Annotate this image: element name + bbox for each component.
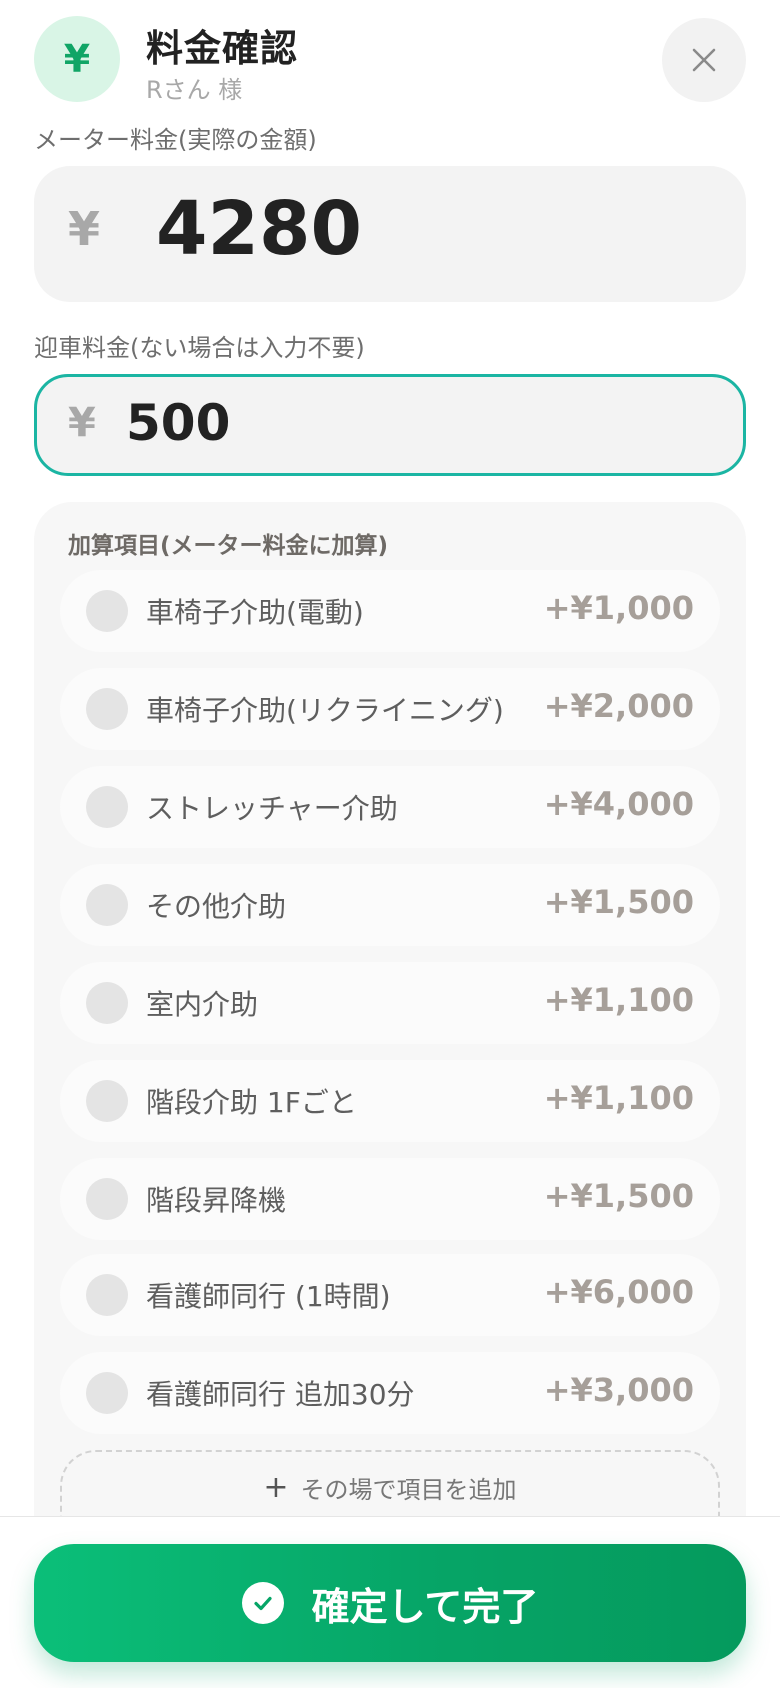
meter-fare-value: 4280 [156, 186, 362, 272]
pickup-fare-label: 迎車料金(ない場合は入力不要) [34, 334, 365, 362]
item-label: その他介助 [146, 890, 287, 923]
page-title: 料金確認 [146, 27, 298, 70]
add-item-button[interactable]: + その場で項目を追加 [60, 1450, 720, 1522]
confirm-complete-button[interactable]: 確定して完了 [34, 1544, 746, 1662]
check-icon [241, 1582, 284, 1624]
surcharge-item-nurse-extra-30m[interactable]: 看護師同行 追加30分 +¥3,000 [60, 1352, 720, 1434]
yen-icon: ¥ [34, 16, 120, 102]
plus-icon: + [263, 1469, 289, 1505]
item-label: 室内介助 [146, 988, 259, 1021]
surcharge-item-other-assist[interactable]: その他介助 +¥1,500 [60, 864, 720, 946]
pickup-fare-value: 500 [126, 394, 231, 452]
item-price: +¥3,000 [543, 1371, 694, 1409]
item-checkbox[interactable] [86, 1178, 128, 1220]
footer: 確定して完了 [0, 1516, 780, 1688]
item-checkbox[interactable] [86, 982, 128, 1024]
surcharge-item-stair-lift[interactable]: 階段昇降機 +¥1,500 [60, 1158, 720, 1240]
item-label: 階段介助 1Fごと [146, 1086, 357, 1119]
item-checkbox[interactable] [86, 884, 128, 926]
meter-fare-label: メーター料金(実際の金額) [34, 126, 317, 154]
surcharge-panel: 加算項目(メーター料金に加算) 車椅子介助(電動) +¥1,000 車椅子介助(… [34, 502, 746, 1522]
item-price: +¥1,500 [543, 1177, 694, 1215]
surcharge-item-nurse-1h[interactable]: 看護師同行 (1時間) +¥6,000 [60, 1254, 720, 1336]
item-checkbox[interactable] [86, 688, 128, 730]
header: ¥ 料金確認 Rさん 様 [0, 0, 780, 120]
item-label: 車椅子介助(電動) [146, 596, 364, 629]
item-checkbox[interactable] [86, 1274, 128, 1316]
item-price: +¥1,500 [543, 883, 694, 921]
close-icon [692, 48, 716, 72]
item-label: ストレッチャー介助 [146, 792, 398, 825]
item-label: 看護師同行 (1時間) [146, 1280, 391, 1313]
item-price: +¥6,000 [543, 1273, 694, 1311]
pickup-fare-input[interactable]: ¥ 500 [34, 374, 746, 476]
item-price: +¥2,000 [543, 687, 694, 725]
surcharge-title: 加算項目(メーター料金に加算) [68, 533, 389, 559]
item-price: +¥4,000 [543, 785, 694, 823]
surcharge-item-wheelchair-electric[interactable]: 車椅子介助(電動) +¥1,000 [60, 570, 720, 652]
item-checkbox[interactable] [86, 1372, 128, 1414]
item-label: 階段昇降機 [146, 1184, 287, 1217]
customer-name: Rさん 様 [146, 76, 243, 104]
meter-currency-symbol: ¥ [68, 202, 101, 256]
meter-fare-input[interactable]: ¥ 4280 [34, 166, 746, 302]
surcharge-item-stretcher[interactable]: ストレッチャー介助 +¥4,000 [60, 766, 720, 848]
item-checkbox[interactable] [86, 590, 128, 632]
surcharge-item-indoor-assist[interactable]: 室内介助 +¥1,100 [60, 962, 720, 1044]
surcharge-item-wheelchair-reclining[interactable]: 車椅子介助(リクライニング) +¥2,000 [60, 668, 720, 750]
item-checkbox[interactable] [86, 786, 128, 828]
item-price: +¥1,000 [543, 589, 694, 627]
item-price: +¥1,100 [543, 981, 694, 1019]
add-item-label: その場で項目を追加 [300, 1475, 517, 1504]
confirm-label: 確定して完了 [311, 1584, 539, 1629]
yen-symbol: ¥ [63, 37, 91, 81]
item-checkbox[interactable] [86, 1080, 128, 1122]
surcharge-item-stairs-per-floor[interactable]: 階段介助 1Fごと +¥1,100 [60, 1060, 720, 1142]
item-price: +¥1,100 [543, 1079, 694, 1117]
item-label: 車椅子介助(リクライニング) [146, 694, 504, 727]
close-button[interactable] [662, 18, 746, 102]
pickup-currency-symbol: ¥ [68, 400, 96, 446]
item-label: 看護師同行 追加30分 [146, 1378, 415, 1411]
